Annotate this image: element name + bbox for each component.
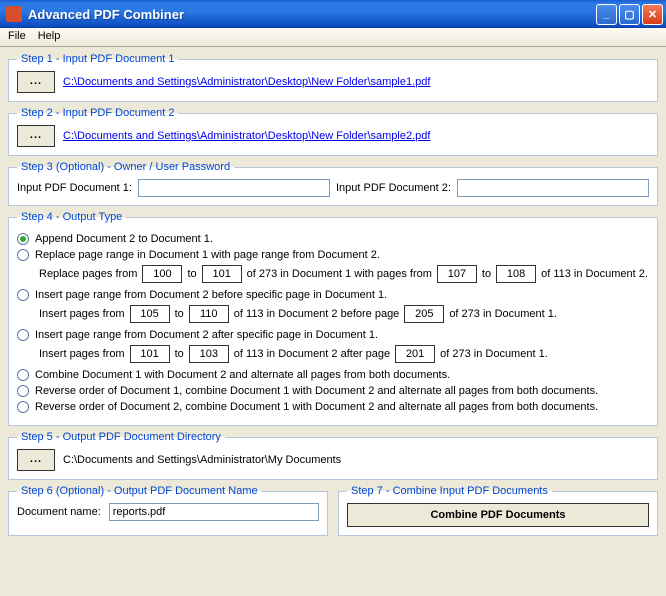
step4-group: Step 4 - Output Type Append Document 2 t… [8, 211, 658, 426]
opt2-text-c: of 273 in Document 1 with pages from [247, 268, 432, 280]
step6-label: Document name: [17, 506, 101, 518]
step3-group: Step 3 (Optional) - Owner / User Passwor… [8, 161, 658, 206]
step3-label1: Input PDF Document 1: [17, 182, 132, 194]
opt3-label: Insert page range from Document 2 before… [35, 289, 387, 301]
step2-group: Step 2 - Input PDF Document 2 ... C:\Doc… [8, 107, 658, 156]
opt3-text-c: of 113 in Document 2 before page [234, 308, 400, 320]
opt4-text-b: to [175, 348, 184, 360]
step3-password1-input[interactable] [138, 179, 330, 197]
radio-combine-alt[interactable] [17, 369, 29, 381]
step3-legend: Step 3 (Optional) - Owner / User Passwor… [17, 161, 234, 173]
opt4-text-a: Insert pages from [39, 348, 125, 360]
menubar: File Help [0, 28, 666, 47]
opt2-to2-input[interactable] [496, 265, 536, 283]
combine-button[interactable]: Combine PDF Documents [347, 503, 649, 527]
opt2-text-e: of 113 in Document 2. [541, 268, 648, 280]
radio-reverse1-alt[interactable] [17, 385, 29, 397]
step3-label2: Input PDF Document 2: [336, 182, 451, 194]
opt4-from-input[interactable] [130, 345, 170, 363]
window-controls: _ ▢ ✕ [596, 4, 663, 25]
step1-path-link[interactable]: C:\Documents and Settings\Administrator\… [63, 76, 430, 88]
radio-insert-before[interactable] [17, 289, 29, 301]
step6-group: Step 6 (Optional) - Output PDF Document … [8, 485, 328, 536]
radio-append[interactable] [17, 233, 29, 245]
radio-insert-after[interactable] [17, 329, 29, 341]
menu-file[interactable]: File [8, 30, 26, 44]
step2-legend: Step 2 - Input PDF Document 2 [17, 107, 178, 119]
opt3-to-input[interactable] [189, 305, 229, 323]
step2-path-link[interactable]: C:\Documents and Settings\Administrator\… [63, 130, 430, 142]
step5-path: C:\Documents and Settings\Administrator\… [63, 454, 341, 466]
close-button[interactable]: ✕ [642, 4, 663, 25]
step1-browse-button[interactable]: ... [17, 71, 55, 93]
opt6-label: Reverse order of Document 1, combine Doc… [35, 385, 598, 397]
client-area: Step 1 - Input PDF Document 1 ... C:\Doc… [0, 47, 666, 549]
step5-legend: Step 5 - Output PDF Document Directory [17, 431, 225, 443]
opt3-page-input[interactable] [404, 305, 444, 323]
step1-group: Step 1 - Input PDF Document 1 ... C:\Doc… [8, 53, 658, 102]
opt2-label: Replace page range in Document 1 with pa… [35, 249, 380, 261]
maximize-button[interactable]: ▢ [619, 4, 640, 25]
opt2-from2-input[interactable] [437, 265, 477, 283]
step5-group: Step 5 - Output PDF Document Directory .… [8, 431, 658, 480]
step2-browse-button[interactable]: ... [17, 125, 55, 147]
radio-reverse2-alt[interactable] [17, 401, 29, 413]
radio-replace[interactable] [17, 249, 29, 261]
opt4-text-d: of 273 in Document 1. [440, 348, 548, 360]
menu-help[interactable]: Help [38, 30, 61, 44]
step7-group: Step 7 - Combine Input PDF Documents Com… [338, 485, 658, 536]
step5-browse-button[interactable]: ... [17, 449, 55, 471]
opt2-text-d: to [482, 268, 491, 280]
opt3-text-b: to [175, 308, 184, 320]
opt2-text-a: Replace pages from [39, 268, 137, 280]
step7-legend: Step 7 - Combine Input PDF Documents [347, 485, 552, 497]
opt5-label: Combine Document 1 with Document 2 and a… [35, 369, 450, 381]
opt4-to-input[interactable] [189, 345, 229, 363]
step6-legend: Step 6 (Optional) - Output PDF Document … [17, 485, 262, 497]
opt4-page-input[interactable] [395, 345, 435, 363]
opt2-to-input[interactable] [202, 265, 242, 283]
titlebar: Advanced PDF Combiner _ ▢ ✕ [0, 0, 666, 28]
opt4-text-c: of 113 in Document 2 after page [234, 348, 390, 360]
step6-docname-input[interactable] [109, 503, 319, 521]
step1-legend: Step 1 - Input PDF Document 1 [17, 53, 178, 65]
opt3-from-input[interactable] [130, 305, 170, 323]
opt2-text-b: to [187, 268, 196, 280]
opt3-text-d: of 273 in Document 1. [449, 308, 557, 320]
opt7-label: Reverse order of Document 2, combine Doc… [35, 401, 598, 413]
opt1-label: Append Document 2 to Document 1. [35, 233, 213, 245]
opt2-from-input[interactable] [142, 265, 182, 283]
minimize-button[interactable]: _ [596, 4, 617, 25]
opt4-label: Insert page range from Document 2 after … [35, 329, 378, 341]
step4-legend: Step 4 - Output Type [17, 211, 126, 223]
window-title: Advanced PDF Combiner [28, 7, 596, 22]
step3-password2-input[interactable] [457, 179, 649, 197]
app-icon [6, 6, 22, 22]
opt3-text-a: Insert pages from [39, 308, 125, 320]
